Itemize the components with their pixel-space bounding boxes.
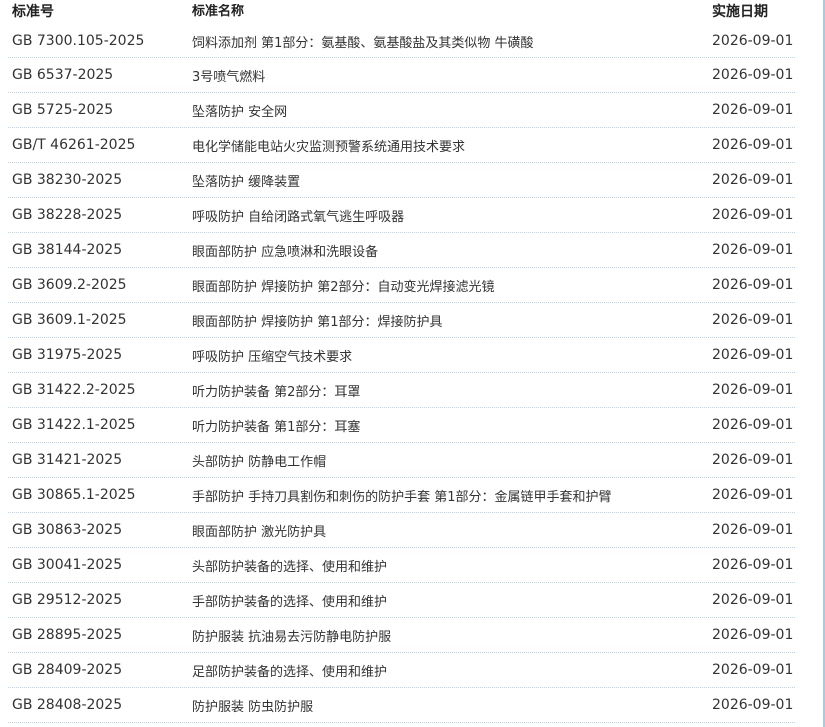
implementation-date: 2026-09-01	[712, 487, 794, 503]
table-row[interactable]: GB 28409-2025 足部防护装备的选择、使用和维护 2026-09-01	[8, 653, 795, 688]
table-row[interactable]: GB 7300.105-2025 饲料添加剂 第1部分：氨基酸、氨基酸盐及其类似物…	[8, 25, 795, 58]
implementation-date: 2026-09-01	[712, 382, 794, 398]
standard-number: GB 29512-2025	[12, 592, 123, 608]
table-row[interactable]: GB 38228-2025 呼吸防护 自给闭路式氧气逃生呼吸器 2026-09-01	[8, 198, 795, 233]
standard-number: GB 7300.105-2025	[12, 33, 145, 49]
standard-name[interactable]: 足部防护装备的选择、使用和维护	[188, 661, 708, 680]
standard-number: GB 31422.2-2025	[12, 382, 136, 398]
standard-name[interactable]: 听力防护装备 第2部分：耳罩	[188, 381, 708, 400]
implementation-date: 2026-09-01	[712, 557, 794, 573]
standard-name[interactable]: 防护服装 防虫防护服	[188, 696, 708, 715]
table-row[interactable]: GB 3609.1-2025 眼面部防护 焊接防护 第1部分：焊接防护具 2026-…	[8, 303, 795, 338]
implementation-date: 2026-09-01	[712, 592, 794, 608]
implementation-date: 2026-09-01	[712, 102, 794, 118]
table-row[interactable]: GB 38144-2025 眼面部防护 应急喷淋和洗眼设备 2026-09-01	[8, 233, 795, 268]
implementation-date: 2026-09-01	[712, 312, 794, 328]
table-body: GB 7300.105-2025 饲料添加剂 第1部分：氨基酸、氨基酸盐及其类似物…	[8, 25, 795, 723]
standard-number: GB 3609.1-2025	[12, 312, 127, 328]
standard-number: GB 28895-2025	[12, 627, 123, 643]
implementation-date: 2026-09-01	[712, 627, 794, 643]
standard-name[interactable]: 眼面部防护 焊接防护 第2部分：自动变光焊接滤光镜	[188, 276, 708, 295]
standard-name[interactable]: 头部防护装备的选择、使用和维护	[188, 556, 708, 575]
implementation-date: 2026-09-01	[712, 697, 794, 713]
standard-number: GB 30865.1-2025	[12, 487, 136, 503]
standard-number: GB 31422.1-2025	[12, 417, 136, 433]
implementation-date: 2026-09-01	[712, 452, 794, 468]
table-row[interactable]: GB 29512-2025 手部防护装备的选择、使用和维护 2026-09-01	[8, 583, 795, 618]
standard-name[interactable]: 防护服装 抗油易去污防静电防护服	[188, 626, 708, 645]
implementation-date: 2026-09-01	[712, 662, 794, 678]
standard-name[interactable]: 呼吸防护 压缩空气技术要求	[188, 346, 708, 365]
standard-name[interactable]: 眼面部防护 焊接防护 第1部分：焊接防护具	[188, 311, 708, 330]
standard-name[interactable]: 3号喷气燃料	[188, 66, 708, 85]
table-row[interactable]: GB 31422.2-2025 听力防护装备 第2部分：耳罩 2026-09-01	[8, 373, 795, 408]
implementation-date: 2026-09-01	[712, 207, 794, 223]
implementation-date: 2026-09-01	[712, 33, 794, 49]
implementation-date: 2026-09-01	[712, 67, 794, 83]
implementation-date: 2026-09-01	[712, 347, 794, 363]
implementation-date: 2026-09-01	[712, 172, 794, 188]
standard-number: GB 6537-2025	[12, 67, 114, 83]
table-row[interactable]: GB 28408-2025 防护服装 防虫防护服 2026-09-01	[8, 688, 795, 723]
standard-number: GB 38230-2025	[12, 172, 123, 188]
standard-name[interactable]: 眼面部防护 应急喷淋和洗眼设备	[188, 241, 708, 260]
table-row[interactable]: GB 30863-2025 眼面部防护 激光防护具 2026-09-01	[8, 513, 795, 548]
table-row[interactable]: GB 31422.1-2025 听力防护装备 第1部分：耳塞 2026-09-01	[8, 408, 795, 443]
standard-name[interactable]: 眼面部防护 激光防护具	[188, 521, 708, 540]
standard-number: GB 38228-2025	[12, 207, 123, 223]
standard-name[interactable]: 手部防护装备的选择、使用和维护	[188, 591, 708, 610]
standard-number: GB 28409-2025	[12, 662, 123, 678]
standard-name[interactable]: 饲料添加剂 第1部分：氨基酸、氨基酸盐及其类似物 牛磺酸	[188, 32, 708, 51]
table-header: 标准号 标准名称 实施日期	[8, 0, 795, 25]
standard-number: GB 31421-2025	[12, 452, 123, 468]
standard-number: GB 30863-2025	[12, 522, 123, 538]
standard-number: GB/T 46261-2025	[12, 137, 136, 153]
table-row[interactable]: GB 28895-2025 防护服装 抗油易去污防静电防护服 2026-09-01	[8, 618, 795, 653]
header-standard-name: 标准名称	[192, 4, 245, 19]
implementation-date: 2026-09-01	[712, 522, 794, 538]
implementation-date: 2026-09-01	[712, 137, 794, 153]
standard-number: GB 5725-2025	[12, 102, 114, 118]
implementation-date: 2026-09-01	[712, 242, 794, 258]
table-row[interactable]: GB 31421-2025 头部防护 防静电工作帽 2026-09-01	[8, 443, 795, 478]
standard-number: GB 31975-2025	[12, 347, 123, 363]
standard-name[interactable]: 听力防护装备 第1部分：耳塞	[188, 416, 708, 435]
table-row[interactable]: GB 3609.2-2025 眼面部防护 焊接防护 第2部分：自动变光焊接滤光镜 2…	[8, 268, 795, 303]
table-row[interactable]: GB 30041-2025 头部防护装备的选择、使用和维护 2026-09-01	[8, 548, 795, 583]
standards-table: 标准号 标准名称 实施日期 GB 7300.105-2025 饲料添加剂 第1部分…	[8, 0, 795, 723]
standard-name[interactable]: 呼吸防护 自给闭路式氧气逃生呼吸器	[188, 206, 708, 225]
table-row[interactable]: GB 5725-2025 坠落防护 安全网 2026-09-01	[8, 93, 795, 128]
standard-number: GB 30041-2025	[12, 557, 123, 573]
implementation-date: 2026-09-01	[712, 277, 794, 293]
standard-number: GB 28408-2025	[12, 697, 123, 713]
implementation-date: 2026-09-01	[712, 417, 794, 433]
table-row[interactable]: GB 31975-2025 呼吸防护 压缩空气技术要求 2026-09-01	[8, 338, 795, 373]
table-row[interactable]: GB 30865.1-2025 手部防护 手持刀具割伤和刺伤的防护手套 第1部分：…	[8, 478, 795, 513]
standard-name[interactable]: 头部防护 防静电工作帽	[188, 451, 708, 470]
standard-number: GB 3609.2-2025	[12, 277, 127, 293]
standard-name[interactable]: 电化学储能电站火灾监测预警系统通用技术要求	[188, 136, 708, 155]
standard-number: GB 38144-2025	[12, 242, 123, 258]
header-implementation-date: 实施日期	[712, 4, 768, 20]
standard-name[interactable]: 坠落防护 缓降装置	[188, 171, 708, 190]
header-standard-number: 标准号	[12, 4, 54, 20]
table-row[interactable]: GB 6537-2025 3号喷气燃料 2026-09-01	[8, 58, 795, 93]
table-row[interactable]: GB 38230-2025 坠落防护 缓降装置 2026-09-01	[8, 163, 795, 198]
table-row[interactable]: GB/T 46261-2025 电化学储能电站火灾监测预警系统通用技术要求 2026…	[8, 128, 795, 163]
standard-name[interactable]: 坠落防护 安全网	[188, 101, 708, 120]
standard-name[interactable]: 手部防护 手持刀具割伤和刺伤的防护手套 第1部分：金属链甲手套和护臂	[188, 486, 708, 505]
